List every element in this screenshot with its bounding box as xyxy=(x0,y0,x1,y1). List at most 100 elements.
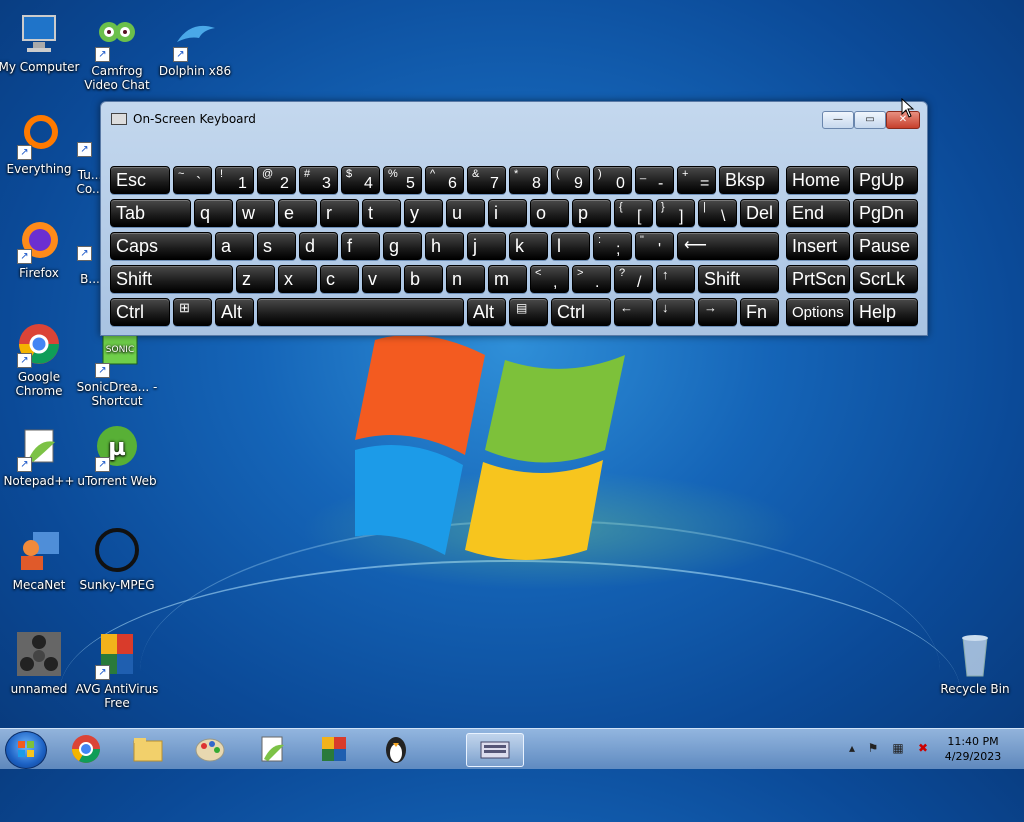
desktop-icon-everything[interactable]: ↗ Everything xyxy=(0,112,81,176)
key-ctrl-left[interactable]: Ctrl xyxy=(110,298,170,326)
key-i[interactable]: i xyxy=(488,199,527,227)
desktop-icon-notepadpp[interactable]: ↗ Notepad++ xyxy=(0,424,81,488)
key-s[interactable]: s xyxy=(257,232,296,260)
desktop-icon-camfrog[interactable]: ↗ Camfrog Video Chat xyxy=(75,14,159,92)
key-alt-left[interactable]: Alt xyxy=(215,298,254,326)
key-p[interactable]: p xyxy=(572,199,611,227)
desktop-icon-utorrent[interactable]: µ ↗ uTorrent Web xyxy=(75,424,159,488)
taskbar-on-screen-keyboard[interactable] xyxy=(466,733,524,767)
key-quote[interactable]: " ' xyxy=(635,232,674,260)
key-backtick[interactable]: ~ ` xyxy=(173,166,212,194)
key-right[interactable]: → xyxy=(698,298,737,326)
desktop-icon-chrome[interactable]: ↗ Google Chrome xyxy=(0,320,81,398)
key-alt-right[interactable]: Alt xyxy=(467,298,506,326)
key-3[interactable]: #3 xyxy=(299,166,338,194)
key-f[interactable]: f xyxy=(341,232,380,260)
key-r[interactable]: r xyxy=(320,199,359,227)
volume-muted-icon[interactable]: ✖ xyxy=(916,741,930,755)
key-caps[interactable]: Caps xyxy=(110,232,212,260)
key-k[interactable]: k xyxy=(509,232,548,260)
key-windows[interactable]: ⊞ xyxy=(173,298,212,326)
show-hidden-icons-chevron-icon[interactable]: ▴ xyxy=(845,741,859,755)
window-title-bar[interactable]: On-Screen Keyboard xyxy=(111,110,256,128)
key-c[interactable]: c xyxy=(320,265,359,293)
key-9[interactable]: (9 xyxy=(551,166,590,194)
desktop-icon-mecanet[interactable]: MecaNet xyxy=(0,528,81,592)
key-1[interactable]: ! 1 xyxy=(215,166,254,194)
key-n[interactable]: n xyxy=(446,265,485,293)
key-left[interactable]: ← xyxy=(614,298,653,326)
taskbar-paint[interactable] xyxy=(184,733,236,765)
help-button[interactable]: Help xyxy=(853,298,918,326)
key-menu[interactable]: ▤ xyxy=(509,298,548,326)
key-w[interactable]: w xyxy=(236,199,275,227)
key-semicolon[interactable]: :; xyxy=(593,232,632,260)
key-home[interactable]: Home xyxy=(786,166,850,194)
key-space[interactable] xyxy=(257,298,464,326)
desktop-icon-sonicdream[interactable]: SONIC ↗ SonicDrea... - Shortcut xyxy=(75,330,159,408)
key-backspace[interactable]: Bksp xyxy=(719,166,779,194)
key-5[interactable]: % 5 xyxy=(383,166,422,194)
key-equals[interactable]: + = xyxy=(677,166,716,194)
key-minus[interactable]: _ - xyxy=(635,166,674,194)
options-button[interactable]: Options xyxy=(786,298,850,326)
on-screen-keyboard-window[interactable]: On-Screen Keyboard — ▭ ✕ Esc ~ ` ! 1 @2 #3… xyxy=(100,101,928,336)
key-down[interactable]: ↓ xyxy=(656,298,695,326)
key-z[interactable]: z xyxy=(236,265,275,293)
key-7[interactable]: & 7 xyxy=(467,166,506,194)
key-ctrl-right[interactable]: Ctrl xyxy=(551,298,611,326)
key-6[interactable]: ^ 6 xyxy=(425,166,464,194)
key-t[interactable]: t xyxy=(362,199,401,227)
key-esc[interactable]: Esc xyxy=(110,166,170,194)
key-d[interactable]: d xyxy=(299,232,338,260)
action-center-flag-icon[interactable]: ⚑ xyxy=(866,741,880,755)
taskbar-explorer[interactable] xyxy=(122,733,174,765)
key-up[interactable]: ↑ xyxy=(656,265,695,293)
key-x[interactable]: x xyxy=(278,265,317,293)
key-del[interactable]: Del xyxy=(740,199,779,227)
key-a[interactable]: a xyxy=(215,232,254,260)
key-j[interactable]: j xyxy=(467,232,506,260)
start-button[interactable] xyxy=(5,731,47,769)
desktop-icon-avg[interactable]: ↗ AVG AntiVirus Free xyxy=(75,632,159,710)
key-pgup[interactable]: PgUp xyxy=(853,166,918,194)
taskbar-notepadpp[interactable] xyxy=(246,733,298,765)
key-l[interactable]: l xyxy=(551,232,590,260)
key-g[interactable]: g xyxy=(383,232,422,260)
key-u[interactable]: u xyxy=(446,199,485,227)
key-y[interactable]: y xyxy=(404,199,443,227)
taskbar-chrome[interactable] xyxy=(60,733,112,765)
key-pause[interactable]: Pause xyxy=(853,232,918,260)
key-period[interactable]: >. xyxy=(572,265,611,293)
key-0[interactable]: ) 0 xyxy=(593,166,632,194)
key-q[interactable]: q xyxy=(194,199,233,227)
key-backslash[interactable]: | \ xyxy=(698,199,737,227)
desktop-icon-unnamed[interactable]: unnamed xyxy=(0,632,81,696)
desktop-icon-sunky-mpeg[interactable]: Sunky-MPEG xyxy=(75,528,159,592)
desktop-icon-firefox[interactable]: ↗ Firefox xyxy=(0,216,81,280)
key-pgdn[interactable]: PgDn xyxy=(853,199,918,227)
key-left-bracket[interactable]: {[ xyxy=(614,199,653,227)
desktop-icon-my-computer[interactable]: My Computer xyxy=(0,10,81,74)
key-insert[interactable]: Insert xyxy=(786,232,850,260)
system-clock[interactable]: 11:40 PM 4/29/2023 xyxy=(933,734,1013,764)
key-h[interactable]: h xyxy=(425,232,464,260)
key-v[interactable]: v xyxy=(362,265,401,293)
network-icon[interactable]: ▦ xyxy=(891,741,905,755)
key-4[interactable]: $4 xyxy=(341,166,380,194)
key-8[interactable]: * 8 xyxy=(509,166,548,194)
key-right-bracket[interactable]: }] xyxy=(656,199,695,227)
key-e[interactable]: e xyxy=(278,199,317,227)
key-2[interactable]: @2 xyxy=(257,166,296,194)
minimize-button[interactable]: — xyxy=(822,111,854,129)
maximize-button[interactable]: ▭ xyxy=(854,111,886,129)
key-b[interactable]: b xyxy=(404,265,443,293)
desktop-icon-recycle-bin[interactable]: Recycle Bin xyxy=(933,632,1017,696)
key-o[interactable]: o xyxy=(530,199,569,227)
key-fn[interactable]: Fn xyxy=(740,298,779,326)
key-prtscn[interactable]: PrtScn xyxy=(786,265,850,293)
taskbar-avg[interactable] xyxy=(308,733,360,765)
key-end[interactable]: End xyxy=(786,199,850,227)
key-comma[interactable]: <, xyxy=(530,265,569,293)
desktop-icon-dolphin[interactable]: ↗ Dolphin x86 xyxy=(153,14,237,78)
